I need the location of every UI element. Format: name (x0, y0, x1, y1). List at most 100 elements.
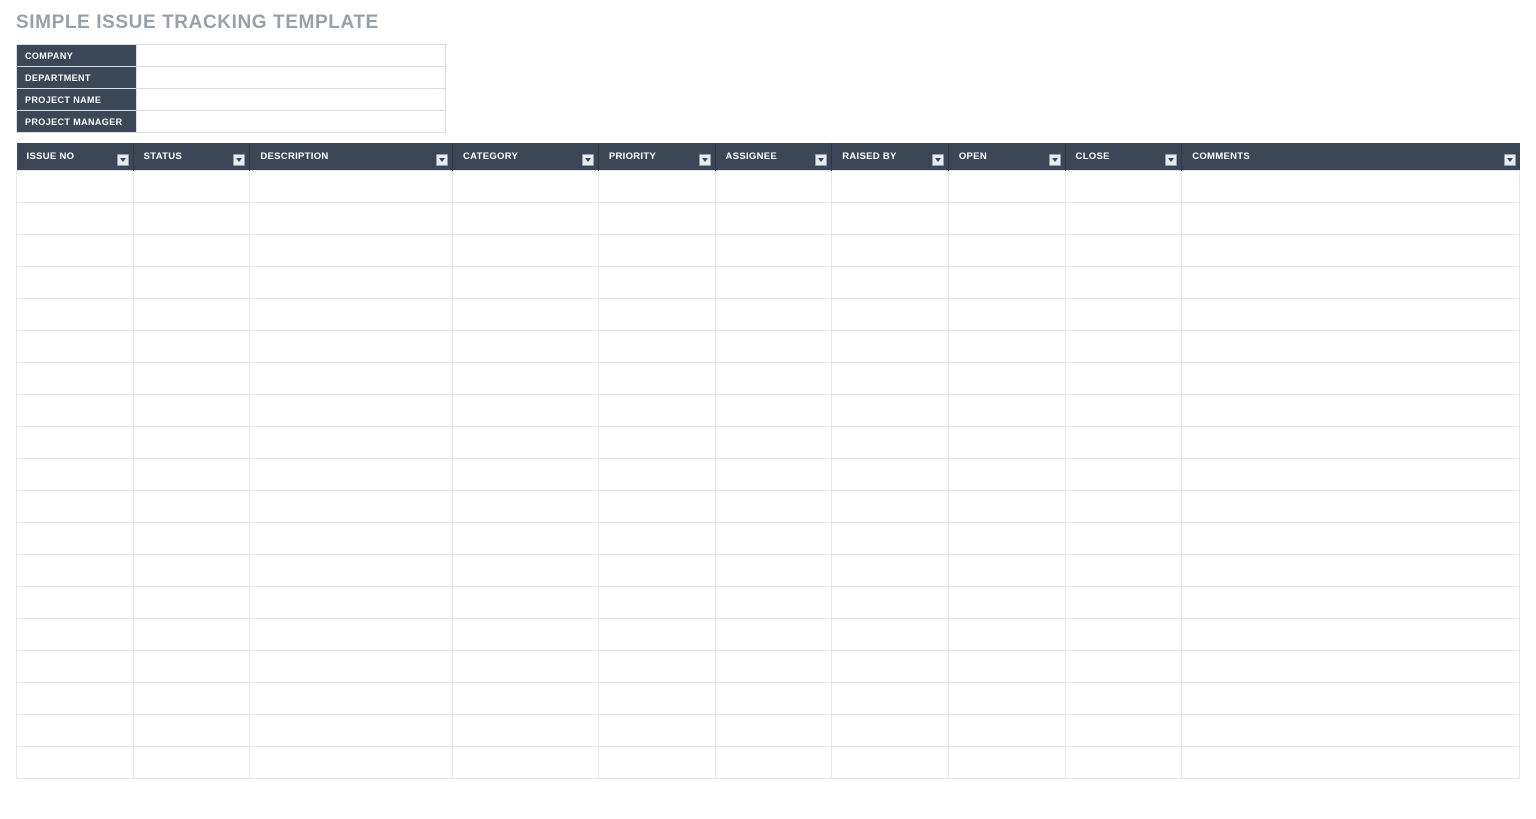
table-cell[interactable] (133, 331, 250, 363)
table-cell[interactable] (453, 619, 599, 651)
table-cell[interactable] (1065, 491, 1182, 523)
table-cell[interactable] (453, 491, 599, 523)
table-cell[interactable] (832, 683, 949, 715)
table-cell[interactable] (17, 203, 134, 235)
table-cell[interactable] (715, 171, 832, 203)
table-cell[interactable] (832, 395, 949, 427)
table-cell[interactable] (17, 267, 134, 299)
table-cell[interactable] (832, 651, 949, 683)
table-cell[interactable] (1182, 331, 1520, 363)
table-cell[interactable] (1182, 299, 1520, 331)
table-cell[interactable] (17, 587, 134, 619)
table-cell[interactable] (598, 555, 715, 587)
table-cell[interactable] (17, 171, 134, 203)
table-cell[interactable] (250, 651, 453, 683)
table-cell[interactable] (715, 651, 832, 683)
table-cell[interactable] (17, 235, 134, 267)
table-cell[interactable] (17, 619, 134, 651)
table-cell[interactable] (715, 619, 832, 651)
table-cell[interactable] (453, 683, 599, 715)
table-cell[interactable] (715, 459, 832, 491)
filter-icon-category[interactable] (582, 154, 594, 166)
table-cell[interactable] (1182, 683, 1520, 715)
table-cell[interactable] (948, 747, 1065, 779)
table-cell[interactable] (1065, 619, 1182, 651)
table-cell[interactable] (453, 715, 599, 747)
table-cell[interactable] (1065, 395, 1182, 427)
table-cell[interactable] (832, 267, 949, 299)
table-cell[interactable] (715, 299, 832, 331)
table-cell[interactable] (250, 299, 453, 331)
table-cell[interactable] (133, 171, 250, 203)
table-cell[interactable] (948, 331, 1065, 363)
table-cell[interactable] (17, 683, 134, 715)
table-cell[interactable] (1065, 683, 1182, 715)
table-cell[interactable] (133, 651, 250, 683)
table-cell[interactable] (948, 555, 1065, 587)
filter-icon-issue-no[interactable] (117, 154, 129, 166)
table-cell[interactable] (715, 747, 832, 779)
table-cell[interactable] (250, 235, 453, 267)
table-cell[interactable] (948, 587, 1065, 619)
table-cell[interactable] (598, 587, 715, 619)
table-cell[interactable] (17, 491, 134, 523)
table-cell[interactable] (598, 715, 715, 747)
table-cell[interactable] (1065, 203, 1182, 235)
table-cell[interactable] (133, 267, 250, 299)
table-cell[interactable] (948, 459, 1065, 491)
table-cell[interactable] (1065, 363, 1182, 395)
table-cell[interactable] (948, 299, 1065, 331)
table-cell[interactable] (250, 363, 453, 395)
table-cell[interactable] (17, 299, 134, 331)
table-cell[interactable] (17, 459, 134, 491)
table-cell[interactable] (832, 523, 949, 555)
table-cell[interactable] (250, 747, 453, 779)
table-cell[interactable] (453, 427, 599, 459)
table-cell[interactable] (598, 747, 715, 779)
table-cell[interactable] (250, 587, 453, 619)
table-cell[interactable] (250, 427, 453, 459)
table-cell[interactable] (948, 715, 1065, 747)
table-cell[interactable] (832, 171, 949, 203)
table-cell[interactable] (948, 523, 1065, 555)
table-cell[interactable] (1182, 587, 1520, 619)
table-cell[interactable] (17, 715, 134, 747)
table-cell[interactable] (453, 267, 599, 299)
table-cell[interactable] (250, 395, 453, 427)
table-cell[interactable] (17, 395, 134, 427)
table-cell[interactable] (1182, 619, 1520, 651)
table-cell[interactable] (1065, 331, 1182, 363)
filter-icon-raised-by[interactable] (932, 154, 944, 166)
table-cell[interactable] (17, 555, 134, 587)
table-cell[interactable] (832, 747, 949, 779)
table-cell[interactable] (17, 363, 134, 395)
table-cell[interactable] (948, 683, 1065, 715)
table-cell[interactable] (832, 203, 949, 235)
table-cell[interactable] (250, 715, 453, 747)
table-cell[interactable] (715, 427, 832, 459)
table-cell[interactable] (1182, 267, 1520, 299)
table-cell[interactable] (948, 619, 1065, 651)
table-cell[interactable] (598, 395, 715, 427)
table-cell[interactable] (453, 459, 599, 491)
table-cell[interactable] (598, 171, 715, 203)
table-cell[interactable] (832, 715, 949, 747)
table-cell[interactable] (250, 555, 453, 587)
table-cell[interactable] (17, 427, 134, 459)
table-cell[interactable] (133, 523, 250, 555)
table-cell[interactable] (133, 683, 250, 715)
table-cell[interactable] (1065, 299, 1182, 331)
table-cell[interactable] (453, 587, 599, 619)
table-cell[interactable] (715, 491, 832, 523)
filter-icon-close[interactable] (1165, 154, 1177, 166)
table-cell[interactable] (832, 299, 949, 331)
table-cell[interactable] (1065, 459, 1182, 491)
table-cell[interactable] (250, 171, 453, 203)
table-cell[interactable] (948, 427, 1065, 459)
table-cell[interactable] (832, 587, 949, 619)
table-cell[interactable] (598, 459, 715, 491)
table-cell[interactable] (133, 363, 250, 395)
table-cell[interactable] (250, 491, 453, 523)
table-cell[interactable] (715, 363, 832, 395)
table-cell[interactable] (1065, 267, 1182, 299)
